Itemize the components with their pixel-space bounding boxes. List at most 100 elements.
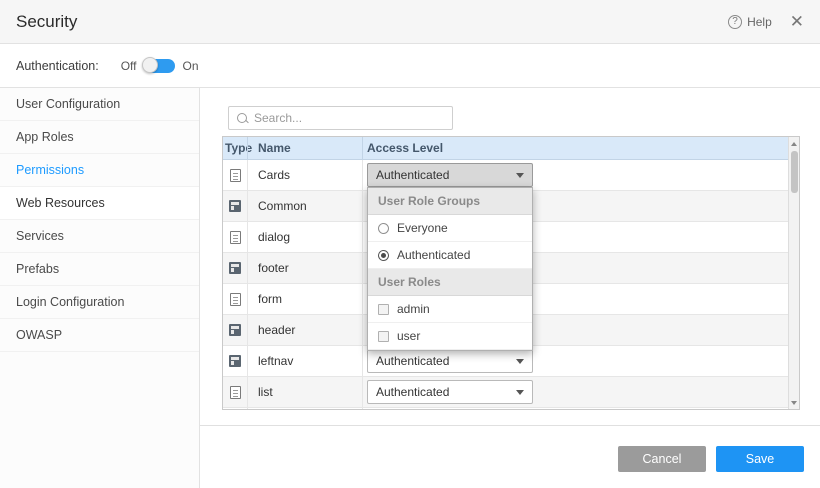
select-value: Authenticated (376, 385, 449, 399)
access-cell: Authenticated (363, 349, 799, 373)
sidebar-item-user-configuration[interactable]: User Configuration (0, 88, 199, 121)
name-cell: Cards (247, 160, 363, 190)
dropdown-group-header: User Role Groups (368, 188, 532, 215)
partial-icon (229, 262, 241, 274)
vertical-scrollbar[interactable] (788, 137, 799, 409)
type-cell (223, 355, 247, 367)
resource-name: dialog (258, 230, 290, 244)
partial-icon (229, 355, 241, 367)
triangle-down-icon (791, 401, 797, 405)
resource-name: form (258, 292, 282, 306)
type-cell (223, 262, 247, 274)
partial-icon (229, 200, 241, 212)
table-row[interactable]: list Authenticated (223, 377, 799, 408)
table-header-row: Type Name Access Level (223, 137, 799, 160)
page-icon (230, 293, 241, 306)
table-row[interactable] (223, 408, 799, 410)
scroll-up-arrow[interactable] (789, 138, 799, 149)
search-icon (237, 113, 247, 123)
sidebar-item-prefabs[interactable]: Prefabs (0, 253, 199, 286)
sidebar-item-owasp[interactable]: OWASP (0, 319, 199, 352)
sidebar-item-login-configuration[interactable]: Login Configuration (0, 286, 199, 319)
authentication-label: Authentication: (16, 59, 99, 73)
resource-name: header (258, 323, 295, 337)
access-level-dropdown-panel: User Role Groups Everyone Authenticated … (367, 187, 533, 351)
option-label: Authenticated (397, 248, 470, 262)
chevron-down-icon (516, 359, 524, 364)
page-title: Security (16, 12, 77, 32)
checkbox-icon (378, 331, 389, 342)
option-label: user (397, 329, 420, 343)
toggle-off-label: Off (121, 59, 137, 73)
name-cell: form (247, 284, 363, 314)
name-cell (247, 408, 363, 410)
radio-icon (378, 223, 389, 234)
titlebar-actions: ? Help ✕ (728, 13, 804, 30)
access-level-select[interactable]: Authenticated (367, 380, 533, 404)
scrollbar-thumb[interactable] (791, 151, 798, 193)
search-input[interactable] (254, 111, 444, 125)
sidebar-item-services[interactable]: Services (0, 220, 199, 253)
save-button[interactable]: Save (716, 446, 804, 472)
type-cell (223, 293, 247, 306)
access-cell: Authenticated (363, 380, 799, 404)
sidebar-item-permissions[interactable]: Permissions (0, 154, 199, 187)
name-cell: leftnav (247, 346, 363, 376)
access-cell: Authenticated (363, 163, 799, 187)
name-cell: list (247, 377, 363, 407)
option-label: admin (397, 302, 430, 316)
type-cell (223, 169, 247, 182)
type-cell (223, 200, 247, 212)
question-icon: ? (728, 15, 742, 29)
close-icon[interactable]: ✕ (790, 13, 804, 30)
cancel-button[interactable]: Cancel (618, 446, 706, 472)
radio-checked-icon (378, 250, 389, 261)
type-cell (223, 324, 247, 336)
option-label: Everyone (397, 221, 448, 235)
column-header-name: Name (247, 137, 363, 159)
name-cell: header (247, 315, 363, 345)
select-value: Authenticated (376, 354, 449, 368)
chevron-down-icon (516, 173, 524, 178)
resource-name: list (258, 385, 273, 399)
dropdown-option-everyone[interactable]: Everyone (368, 215, 532, 242)
resource-name: Cards (258, 168, 290, 182)
partial-icon (229, 324, 241, 336)
sidebar-item-app-roles[interactable]: App Roles (0, 121, 199, 154)
page-icon (230, 169, 241, 182)
main-content: Type Name Access Level Cards Authenticat… (200, 88, 820, 488)
sidebar-item-web-resources[interactable]: Web Resources (0, 187, 199, 220)
resources-table: Type Name Access Level Cards Authenticat… (222, 136, 800, 410)
page-icon (230, 386, 241, 399)
title-bar: Security ? Help ✕ (0, 0, 820, 44)
access-level-select[interactable]: Authenticated (367, 163, 533, 187)
type-cell (223, 231, 247, 244)
access-level-select[interactable]: Authenticated (367, 349, 533, 373)
dropdown-option-user[interactable]: user (368, 323, 532, 350)
toggle-on-label: On (183, 59, 199, 73)
dropdown-option-authenticated[interactable]: Authenticated (368, 242, 532, 269)
resource-name: leftnav (258, 354, 293, 368)
name-cell: footer (247, 253, 363, 283)
security-dialog: Security ? Help ✕ Authentication: Off On… (0, 0, 820, 488)
column-header-access-level: Access Level (363, 141, 799, 155)
column-header-type: Type (223, 141, 247, 155)
dropdown-option-admin[interactable]: admin (368, 296, 532, 323)
search-box[interactable] (228, 106, 453, 130)
sidebar: User Configuration App Roles Permissions… (0, 88, 200, 488)
name-cell: dialog (247, 222, 363, 252)
scroll-down-arrow[interactable] (789, 397, 799, 408)
name-cell: Common (247, 191, 363, 221)
footer-bar: Cancel Save (200, 425, 820, 488)
authentication-toggle[interactable] (145, 59, 175, 73)
footer-buttons: Cancel Save (618, 446, 804, 472)
resource-name: Common (258, 199, 307, 213)
toggle-knob (142, 57, 158, 73)
select-value: Authenticated (376, 168, 449, 182)
dropdown-roles-header: User Roles (368, 269, 532, 296)
checkbox-icon (378, 304, 389, 315)
authentication-bar: Authentication: Off On (0, 44, 820, 88)
help-label: Help (747, 15, 772, 29)
chevron-down-icon (516, 390, 524, 395)
help-button[interactable]: ? Help (728, 15, 772, 29)
